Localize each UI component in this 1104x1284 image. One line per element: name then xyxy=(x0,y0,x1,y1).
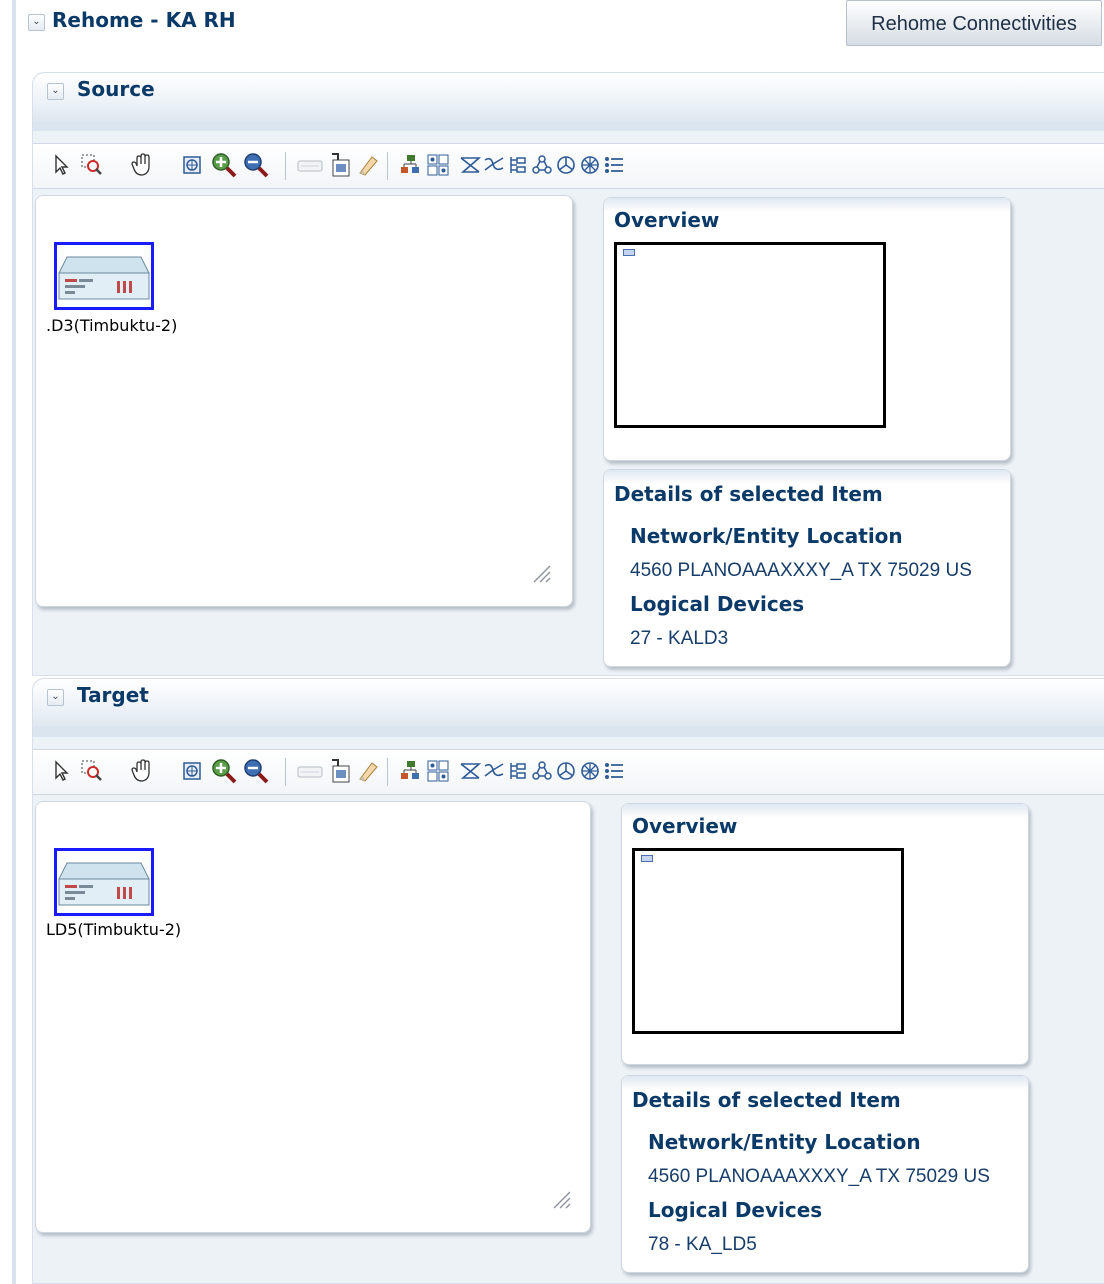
collapse-main-icon[interactable]: ⌄ xyxy=(28,14,45,31)
source-details-panel: Details of selected Item Network/Entity … xyxy=(603,469,1011,667)
details-title: Details of selected Item xyxy=(632,1088,901,1112)
network-device-icon xyxy=(58,256,150,300)
device-node[interactable] xyxy=(54,848,154,916)
network-location-label: Network/Entity Location xyxy=(648,1130,921,1154)
layout-e-icon[interactable] xyxy=(553,756,579,786)
layout-d-icon[interactable] xyxy=(529,150,555,180)
marquee-zoom-icon[interactable] xyxy=(79,756,105,786)
logical-devices-label: Logical Devices xyxy=(630,592,805,616)
pan-hand-icon[interactable] xyxy=(129,150,155,180)
header-band xyxy=(33,727,1104,737)
overview-title: Overview xyxy=(632,814,738,838)
logical-devices-value: 27 - KALD3 xyxy=(630,628,729,649)
select-arrow-icon[interactable] xyxy=(49,756,75,786)
overview-toggle-icon[interactable] xyxy=(297,756,323,786)
target-toolbar xyxy=(33,749,1104,795)
toolbar-separator xyxy=(285,152,286,180)
target-overview-panel: Overview xyxy=(621,803,1029,1065)
marquee-zoom-icon[interactable] xyxy=(79,150,105,180)
target-section: ⌄ Target LD5(Timbuktu-2) Overview Detail… xyxy=(32,678,1104,1284)
overview-mini-node xyxy=(641,855,653,862)
collapse-source-icon[interactable]: ⌄ xyxy=(47,83,64,100)
source-section-header: ⌄ Source xyxy=(33,73,1104,121)
network-location-value: 4560 PLANOAAAXXXY_A TX 75029 US xyxy=(648,1166,990,1187)
layout-a-icon[interactable] xyxy=(457,150,483,180)
clear-icon[interactable] xyxy=(355,150,381,180)
overview-viewport[interactable] xyxy=(632,848,904,1034)
zoom-out-icon[interactable] xyxy=(243,150,269,180)
device-node[interactable] xyxy=(54,242,154,310)
layout-d-icon[interactable] xyxy=(529,756,555,786)
overview-viewport[interactable] xyxy=(614,242,886,428)
logical-devices-label: Logical Devices xyxy=(648,1198,823,1222)
zoom-in-icon[interactable] xyxy=(211,756,237,786)
grid-layout-icon[interactable] xyxy=(425,150,451,180)
layout-f-icon[interactable] xyxy=(577,756,603,786)
resize-grip-icon[interactable] xyxy=(530,562,552,584)
pan-hand-icon[interactable] xyxy=(129,756,155,786)
zoom-out-icon[interactable] xyxy=(243,756,269,786)
layout-b-icon[interactable] xyxy=(481,756,507,786)
grid-layout-icon[interactable] xyxy=(425,756,451,786)
select-arrow-icon[interactable] xyxy=(49,150,75,180)
toolbar-separator xyxy=(387,758,388,786)
page-title: Rehome - KA RH xyxy=(52,8,236,32)
network-location-value: 4560 PLANOAAAXXXY_A TX 75029 US xyxy=(630,560,972,581)
device-label: .D3(Timbuktu-2) xyxy=(46,316,178,335)
toolbar-separator xyxy=(285,758,286,786)
layout-c-icon[interactable] xyxy=(505,150,531,180)
zoom-fit-icon[interactable] xyxy=(179,150,205,180)
collapse-target-icon[interactable]: ⌄ xyxy=(47,689,64,706)
rehome-connectivities-button[interactable]: Rehome Connectivities xyxy=(846,0,1102,46)
logical-devices-value: 78 - KA_LD5 xyxy=(648,1234,757,1255)
target-section-header: ⌄ Target xyxy=(33,679,1104,727)
hierarchical-layout-icon[interactable] xyxy=(397,756,423,786)
zoom-fit-icon[interactable] xyxy=(179,756,205,786)
hierarchical-layout-icon[interactable] xyxy=(397,150,423,180)
overview-mini-node xyxy=(623,249,635,256)
details-title: Details of selected Item xyxy=(614,482,883,506)
export-image-icon[interactable] xyxy=(327,150,353,180)
layout-b-icon[interactable] xyxy=(481,150,507,180)
target-title: Target xyxy=(77,683,149,707)
layout-f-icon[interactable] xyxy=(577,150,603,180)
layout-c-icon[interactable] xyxy=(505,756,531,786)
source-title: Source xyxy=(77,77,155,101)
source-graph-canvas[interactable]: .D3(Timbuktu-2) xyxy=(35,195,573,607)
clear-icon[interactable] xyxy=(355,756,381,786)
source-toolbar xyxy=(33,143,1104,189)
left-edge-bar xyxy=(12,0,16,1284)
toolbar-separator xyxy=(387,152,388,180)
zoom-in-icon[interactable] xyxy=(211,150,237,180)
layout-a-icon[interactable] xyxy=(457,756,483,786)
export-image-icon[interactable] xyxy=(327,756,353,786)
target-details-panel: Details of selected Item Network/Entity … xyxy=(621,1075,1029,1273)
network-device-icon xyxy=(58,862,150,906)
overview-title: Overview xyxy=(614,208,720,232)
resize-grip-icon[interactable] xyxy=(550,1188,572,1210)
device-label: LD5(Timbuktu-2) xyxy=(46,920,182,939)
target-graph-canvas[interactable]: LD5(Timbuktu-2) xyxy=(35,801,591,1233)
source-overview-panel: Overview xyxy=(603,197,1011,461)
layout-g-icon[interactable] xyxy=(601,756,627,786)
layout-g-icon[interactable] xyxy=(601,150,627,180)
layout-e-icon[interactable] xyxy=(553,150,579,180)
source-section: ⌄ Source .D3(Timbuktu-2) Overview Detail… xyxy=(32,72,1104,676)
header-band xyxy=(33,121,1104,131)
overview-toggle-icon[interactable] xyxy=(297,150,323,180)
network-location-label: Network/Entity Location xyxy=(630,524,903,548)
